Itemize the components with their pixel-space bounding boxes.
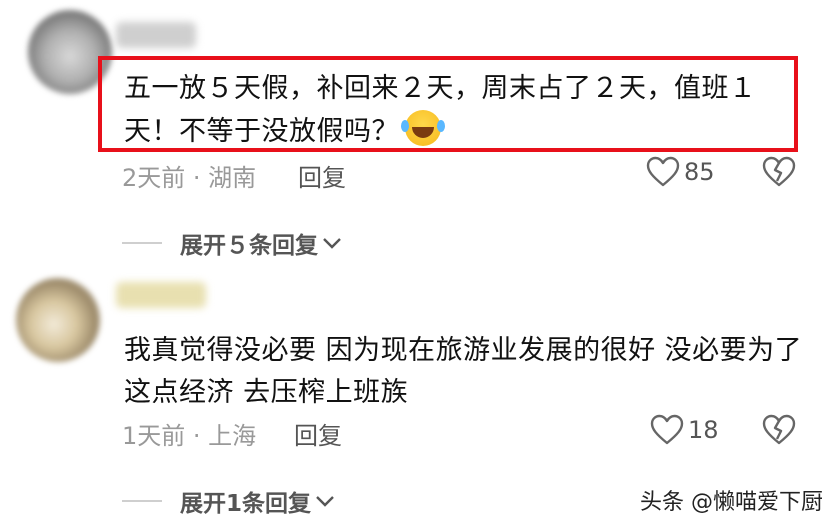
like-count: 18 <box>688 416 719 444</box>
comment-text: 我真觉得没必要 因为现在旅游业发展的很好 没必要为了这点经济 去压榨上班族 <box>124 335 803 408</box>
watermark: 头条 @懒喵爱下厨 <box>640 490 823 515</box>
comment-time-location: 2天前 · 湖南 <box>122 164 257 192</box>
expand-replies-label: 展开５条回复 <box>180 233 318 259</box>
broken-heart-icon <box>762 414 796 445</box>
chevron-down-icon <box>323 238 341 249</box>
comment-text: 五一放５天假，补回来２天，周末占了２天，值班１天！不等于没放假吗？ <box>124 68 804 153</box>
expand-replies-label: 展开1条回复 <box>180 491 312 517</box>
laughing-crying-emoji-icon <box>401 110 441 146</box>
comment-body: 五一放５天假，补回来２天，周末占了２天，值班１天！不等于没放假吗？ <box>124 73 757 147</box>
dislike-button[interactable] <box>762 414 796 446</box>
divider-dash <box>122 500 162 502</box>
heart-icon <box>650 414 684 445</box>
like-button[interactable] <box>646 156 680 188</box>
like-count: 85 <box>684 158 715 186</box>
heart-icon <box>646 156 680 187</box>
chevron-down-icon <box>316 496 334 507</box>
expand-replies-button[interactable]: 展开５条回复 <box>122 226 342 260</box>
divider-dash <box>122 242 162 244</box>
broken-heart-icon <box>762 156 796 187</box>
comment-time-location: 1天前 · 上海 <box>122 422 257 450</box>
reply-button[interactable]: 回复 <box>294 416 342 451</box>
dislike-button[interactable] <box>762 156 796 188</box>
expand-replies-button[interactable]: 展开1条回复 <box>122 484 335 518</box>
like-button[interactable] <box>650 414 684 446</box>
username-blurred[interactable] <box>116 282 206 308</box>
avatar[interactable] <box>16 278 100 362</box>
reply-button[interactable]: 回复 <box>298 158 346 193</box>
username-blurred[interactable] <box>116 22 196 48</box>
